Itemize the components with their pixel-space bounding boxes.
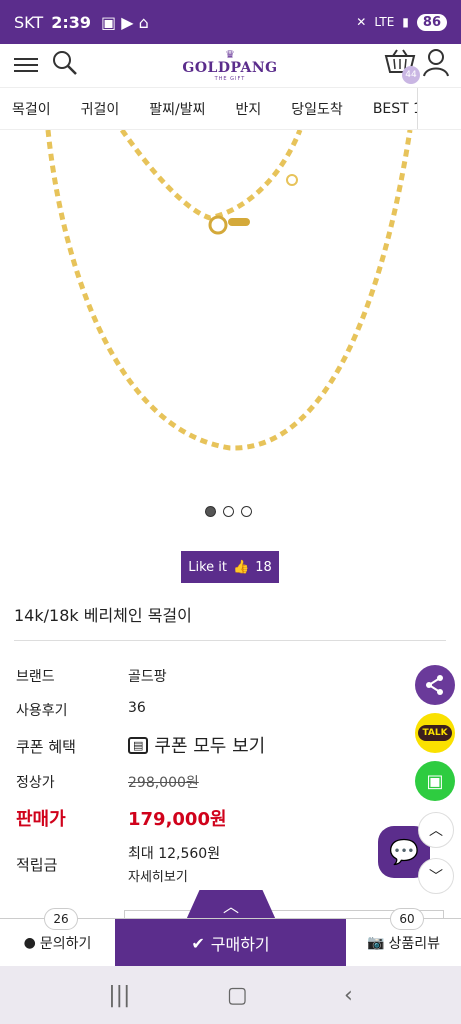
notification-icons: ▣ ▶ ⌂ [100, 12, 149, 32]
thumbs-up-icon: 👍 [233, 559, 250, 575]
crown-icon: ♛ [225, 48, 235, 61]
camera-icon: 📷 [367, 935, 385, 951]
coupon-label: 쿠폰 혜택 [16, 738, 76, 756]
carrier: SKT [14, 12, 44, 32]
chat-green-button[interactable]: ▣ [415, 761, 455, 801]
system-nav-bar: ||| ▢ ‹ [0, 966, 461, 1024]
share-button[interactable] [415, 665, 455, 705]
nav-item-earring[interactable]: 귀걸이 [81, 99, 120, 119]
nav-fade [418, 88, 461, 129]
logo-name: GOLDPANG [182, 60, 278, 76]
list-price: 298,000원 [128, 775, 199, 791]
nav-item-same-day[interactable]: 당일도착 [291, 99, 343, 119]
buy-label: 구매하기 [210, 935, 270, 954]
home-icon[interactable]: ▢ [227, 983, 248, 1008]
search-icon[interactable] [52, 50, 78, 76]
divider [14, 640, 446, 641]
battery-level: 86 [416, 13, 447, 31]
points-detail-link[interactable]: 자세히보기 [128, 866, 188, 885]
coupon-link-label: 쿠폰 모두 보기 [154, 736, 266, 757]
cart-count-badge: 44 [402, 66, 420, 84]
scroll-down-button[interactable]: ﹀ [418, 858, 454, 894]
nav-item-necklace[interactable]: 목걸이 [12, 99, 51, 119]
gallery-dots [205, 506, 252, 517]
expand-tab[interactable]: ︿ [186, 890, 276, 920]
product-title: 14k/18k 베리체인 목걸이 [14, 606, 192, 625]
logo-sub: THE GIFT [214, 76, 246, 82]
network-label: LTE [374, 15, 395, 29]
chevron-down-icon: ﹀ [429, 869, 443, 885]
buy-button[interactable]: ✔ 구매하기 [115, 919, 346, 967]
system-icons: ✕ LTE ▮ 86 [356, 13, 447, 31]
chat-icon: 💬 [389, 838, 419, 866]
speech-bubble-icon: ● [23, 935, 36, 951]
logo[interactable]: ♛ GOLDPANG THE GIFT [180, 48, 280, 82]
points-label: 적립금 [16, 856, 58, 874]
sale-price-label: 판매가 [16, 809, 66, 830]
ticket-icon: ▤ [128, 736, 149, 754]
inquiry-count-badge: 26 [44, 908, 78, 930]
sale-price: 179,000원 [128, 809, 227, 830]
like-count: 18 [255, 559, 272, 575]
gallery-dot[interactable] [241, 506, 252, 517]
coupon-link[interactable]: ▤ 쿠폰 모두 보기 [128, 732, 265, 758]
back-icon[interactable]: ‹ [344, 983, 353, 1008]
app-header: ♛ GOLDPANG THE GIFT 44 [0, 44, 461, 88]
points-value: 최대 12,560원 [128, 846, 221, 862]
brand-value[interactable]: 골드팡 [128, 666, 167, 686]
mute-icon: ✕ [356, 15, 367, 29]
user-icon[interactable] [422, 48, 450, 78]
chevron-up-icon: ︿ [222, 897, 239, 916]
nav-divider [417, 88, 418, 129]
menu-icon[interactable] [14, 54, 38, 76]
list-price-label: 정상가 [16, 775, 55, 791]
scroll-up-button[interactable]: ︿ [418, 812, 454, 848]
status-bar: SKT 2:39 ▣ ▶ ⌂ ✕ LTE ▮ 86 [0, 0, 461, 44]
kakaotalk-icon: TALK [418, 725, 452, 741]
chat-bubble-icon: ▣ [426, 770, 444, 792]
gallery-dot[interactable] [223, 506, 234, 517]
share-icon [426, 675, 443, 695]
reviews-count[interactable]: 36 [128, 700, 146, 716]
like-label: Like it [188, 559, 228, 575]
review-label: 상품리뷰 [388, 936, 440, 952]
inquiry-label: 문의하기 [39, 936, 92, 952]
clock: 2:39 [51, 12, 91, 32]
nav-item-bracelet[interactable]: 팔찌/발찌 [149, 99, 205, 119]
signal-icon: ▮ [402, 15, 409, 29]
nav-item-ring[interactable]: 반지 [236, 99, 262, 119]
recents-icon[interactable]: ||| [108, 983, 130, 1008]
review-count-badge: 60 [390, 908, 424, 930]
product-image[interactable] [0, 130, 461, 500]
chevron-up-icon: ︿ [429, 823, 443, 839]
brand-label: 브랜드 [16, 669, 55, 685]
check-icon: ✔ [191, 933, 205, 953]
gallery-dot[interactable] [205, 506, 216, 517]
like-button[interactable]: Like it 👍 18 [181, 551, 279, 583]
category-nav: 목걸이 귀걸이 팔찌/발찌 반지 당일도착 BEST 10 [0, 88, 461, 130]
kakaotalk-button[interactable]: TALK [415, 713, 455, 753]
reviews-label: 사용후기 [16, 703, 68, 719]
